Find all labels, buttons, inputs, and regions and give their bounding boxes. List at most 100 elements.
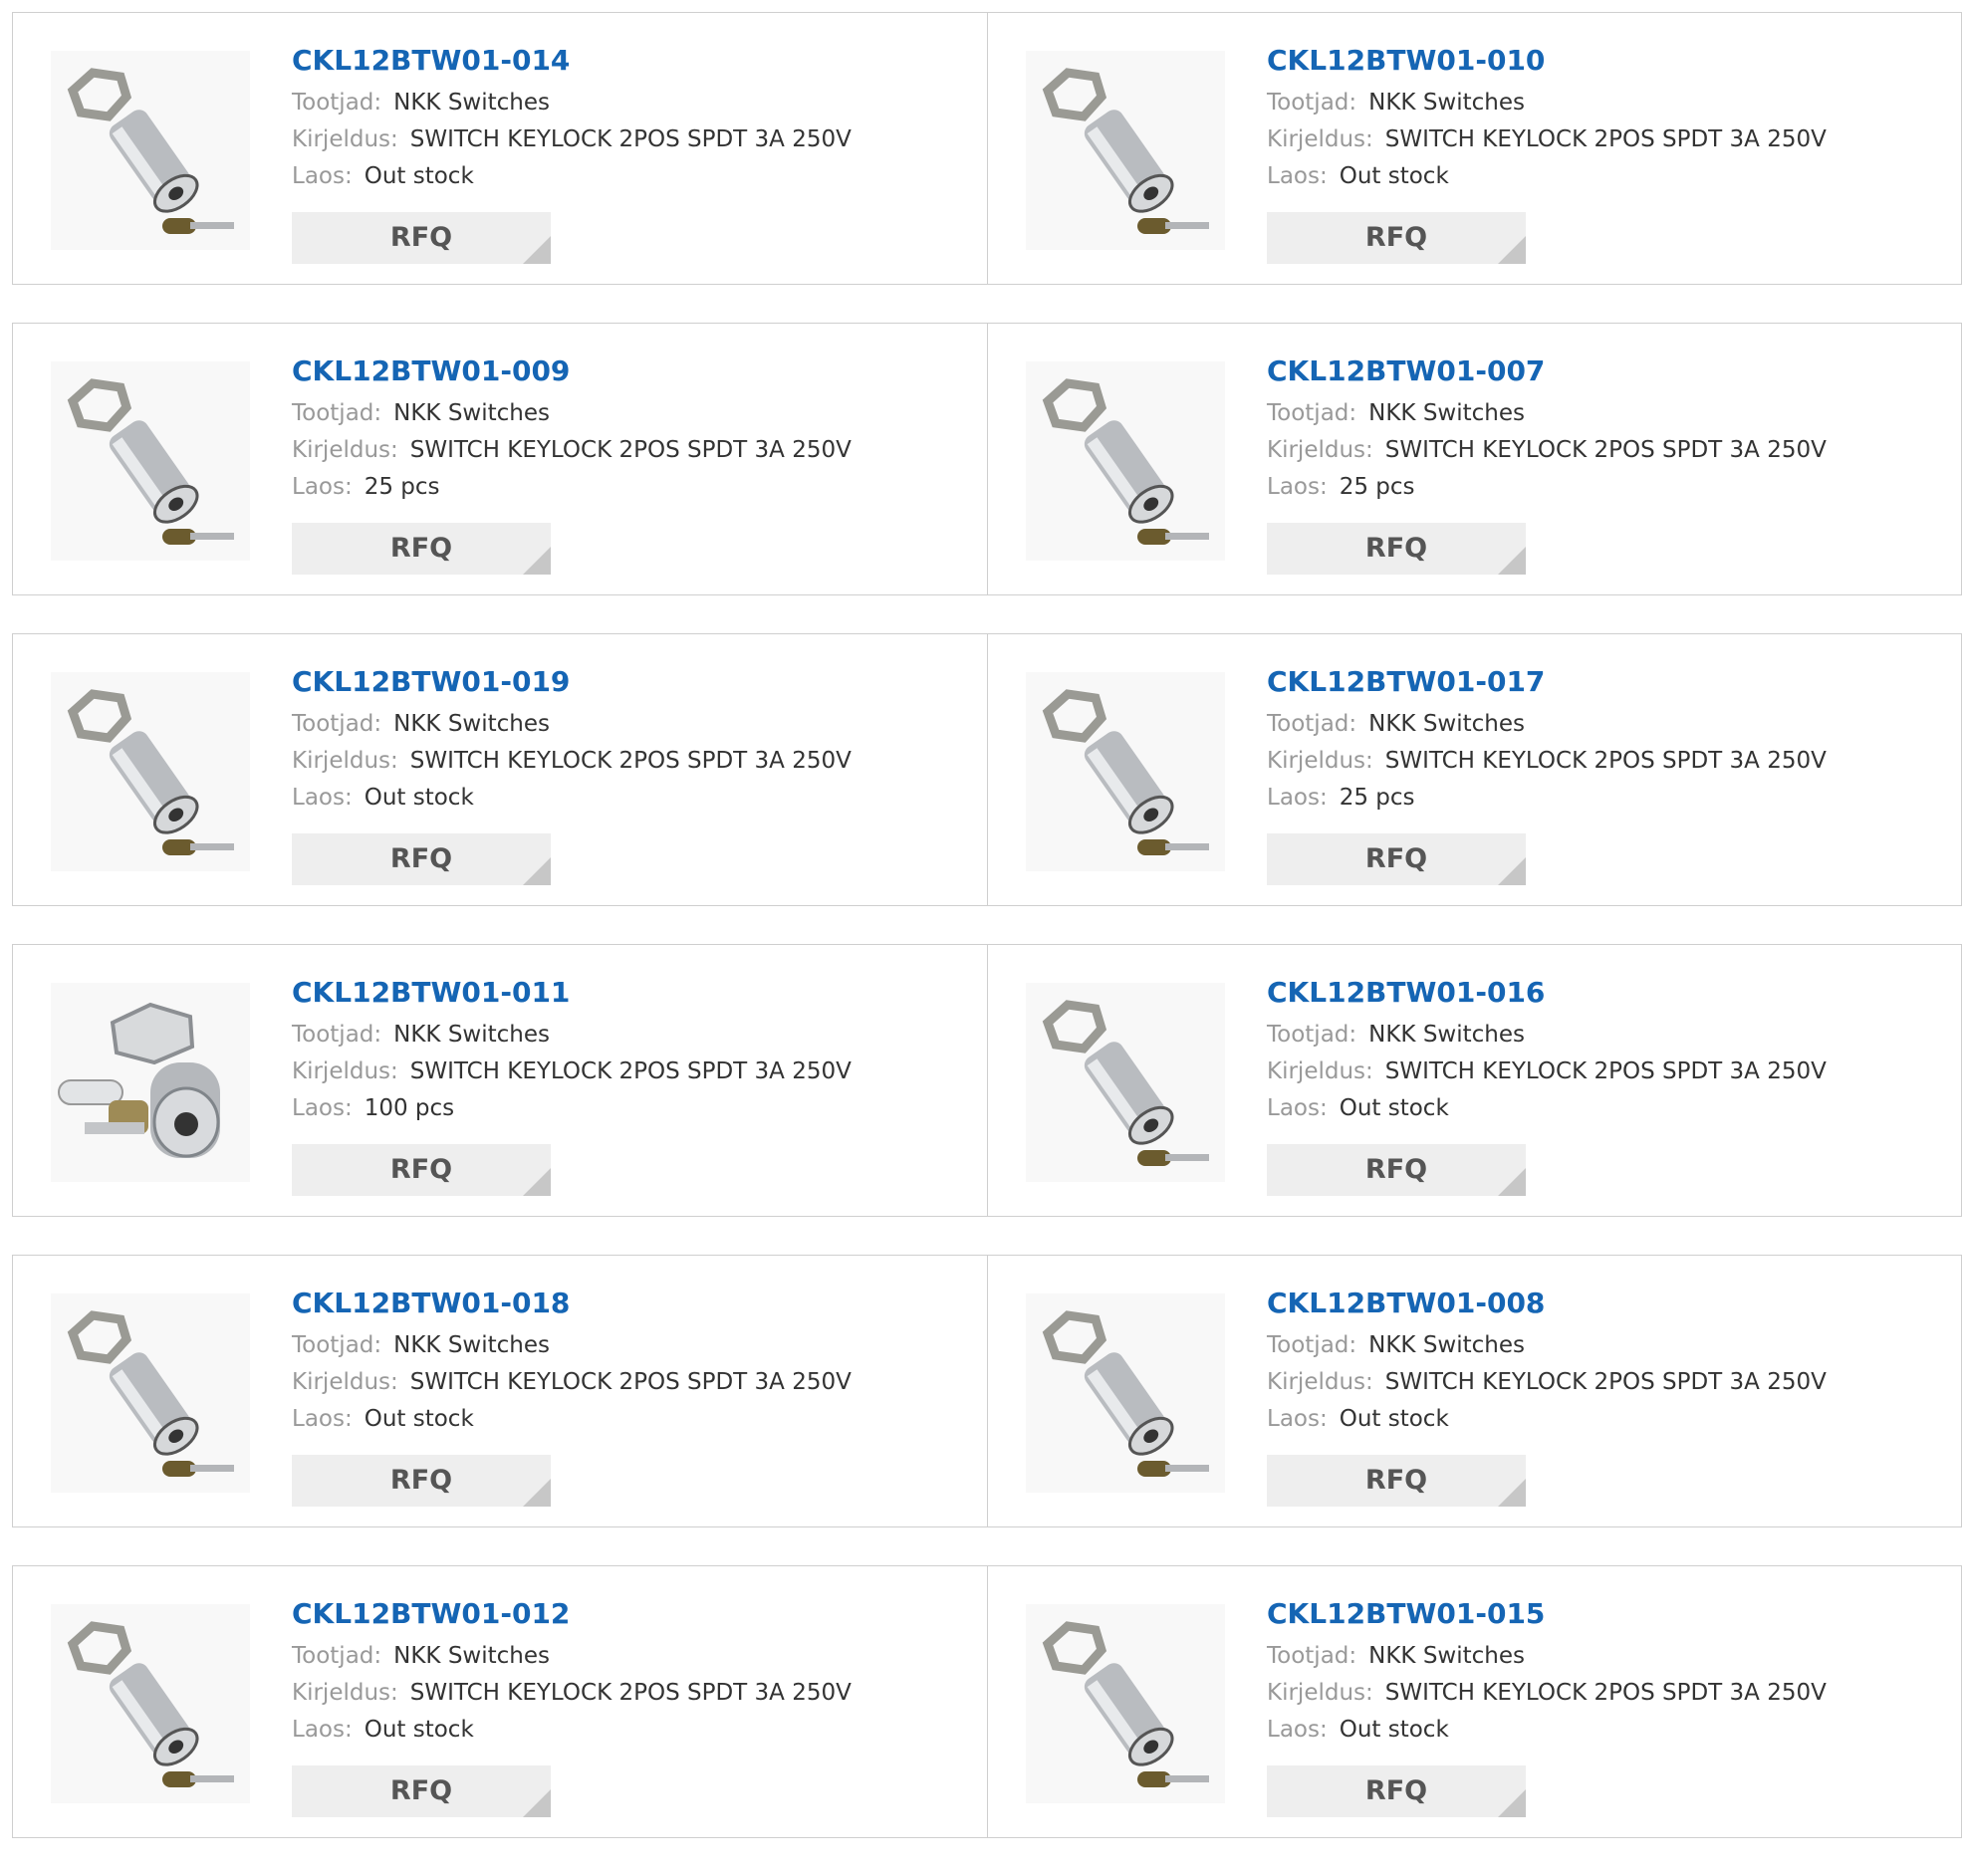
manufacturer-label: Tootjad:	[292, 711, 382, 737]
stock-label: Laos:	[292, 1406, 353, 1432]
rfq-button[interactable]: RFQ	[1267, 833, 1526, 885]
description-row: Kirjeldus: SWITCH KEYLOCK 2POS SPDT 3A 25…	[1267, 1675, 1951, 1712]
manufacturer-value: NKK Switches	[393, 1022, 550, 1048]
rfq-button[interactable]: RFQ	[1267, 523, 1526, 575]
stock-value: Out stock	[1339, 1717, 1449, 1743]
manufacturer-value: NKK Switches	[1368, 1332, 1525, 1358]
description-row: Kirjeldus: SWITCH KEYLOCK 2POS SPDT 3A 25…	[1267, 743, 1951, 780]
description-value: SWITCH KEYLOCK 2POS SPDT 3A 250V	[1384, 437, 1827, 463]
part-number-link[interactable]: CKL12BTW01-007	[1267, 352, 1951, 391]
part-number-link[interactable]: CKL12BTW01-009	[292, 352, 977, 391]
stock-row: Laos: Out stock	[292, 780, 977, 817]
rfq-button[interactable]: RFQ	[292, 833, 551, 885]
part-number-link[interactable]: CKL12BTW01-016	[1267, 973, 1951, 1013]
corner-triangle-icon	[523, 1789, 551, 1817]
product-image[interactable]	[1026, 51, 1225, 250]
corner-triangle-icon	[1498, 1789, 1526, 1817]
rfq-label: RFQ	[1364, 533, 1428, 564]
rfq-label: RFQ	[389, 1465, 453, 1496]
rfq-button[interactable]: RFQ	[292, 1765, 551, 1817]
stock-label: Laos:	[292, 785, 353, 811]
description-row: Kirjeldus: SWITCH KEYLOCK 2POS SPDT 3A 25…	[1267, 1364, 1951, 1401]
rfq-button[interactable]: RFQ	[1267, 1144, 1526, 1196]
product-image[interactable]	[51, 672, 250, 871]
rfq-button[interactable]: RFQ	[1267, 212, 1526, 264]
product-row: CKL12BTW01-014 Tootjad: NKK Switches Kirj…	[12, 12, 1962, 285]
manufacturer-row: Tootjad: NKK Switches	[1267, 1638, 1951, 1675]
description-row: Kirjeldus: SWITCH KEYLOCK 2POS SPDT 3A 25…	[292, 1054, 977, 1090]
manufacturer-label: Tootjad:	[292, 1022, 382, 1048]
stock-label: Laos:	[292, 1717, 353, 1743]
product-card: CKL12BTW01-010 Tootjad: NKK Switches Kirj…	[987, 13, 1961, 284]
stock-value: Out stock	[364, 163, 474, 189]
product-image[interactable]	[1026, 983, 1225, 1182]
product-image[interactable]	[1026, 672, 1225, 871]
product-row: CKL12BTW01-018 Tootjad: NKK Switches Kirj…	[12, 1255, 1962, 1527]
description-row: Kirjeldus: SWITCH KEYLOCK 2POS SPDT 3A 25…	[1267, 432, 1951, 469]
description-value: SWITCH KEYLOCK 2POS SPDT 3A 250V	[1384, 126, 1827, 152]
description-label: Kirjeldus:	[292, 1058, 398, 1084]
stock-label: Laos:	[1267, 1717, 1328, 1743]
manufacturer-row: Tootjad: NKK Switches	[1267, 395, 1951, 432]
description-value: SWITCH KEYLOCK 2POS SPDT 3A 250V	[409, 748, 852, 774]
part-number-link[interactable]: CKL12BTW01-019	[292, 662, 977, 702]
product-image[interactable]	[51, 51, 250, 250]
product-info: CKL12BTW01-009 Tootjad: NKK Switches Kirj…	[292, 352, 977, 506]
stock-row: Laos: Out stock	[292, 1401, 977, 1438]
stock-row: Laos: Out stock	[292, 1712, 977, 1749]
product-info: CKL12BTW01-008 Tootjad: NKK Switches Kirj…	[1267, 1284, 1951, 1438]
product-grid: CKL12BTW01-014 Tootjad: NKK Switches Kirj…	[12, 12, 1962, 1876]
rfq-button[interactable]: RFQ	[292, 523, 551, 575]
part-number-link[interactable]: CKL12BTW01-011	[292, 973, 977, 1013]
part-number-link[interactable]: CKL12BTW01-010	[1267, 41, 1951, 81]
manufacturer-label: Tootjad:	[1267, 1643, 1357, 1669]
description-value: SWITCH KEYLOCK 2POS SPDT 3A 250V	[1384, 1680, 1827, 1706]
corner-triangle-icon	[1498, 236, 1526, 264]
corner-triangle-icon	[523, 857, 551, 885]
part-number-link[interactable]: CKL12BTW01-008	[1267, 1284, 1951, 1323]
description-label: Kirjeldus:	[1267, 1369, 1373, 1395]
product-card: CKL12BTW01-019 Tootjad: NKK Switches Kirj…	[13, 634, 987, 905]
product-image[interactable]	[1026, 1604, 1225, 1803]
product-image[interactable]	[51, 1293, 250, 1493]
description-row: Kirjeldus: SWITCH KEYLOCK 2POS SPDT 3A 25…	[292, 1675, 977, 1712]
part-number-link[interactable]: CKL12BTW01-015	[1267, 1594, 1951, 1634]
part-number-link[interactable]: CKL12BTW01-014	[292, 41, 977, 81]
manufacturer-row: Tootjad: NKK Switches	[1267, 1327, 1951, 1364]
stock-value: 25 pcs	[364, 474, 440, 500]
product-image[interactable]	[1026, 1293, 1225, 1493]
corner-triangle-icon	[523, 236, 551, 264]
rfq-button[interactable]: RFQ	[1267, 1455, 1526, 1507]
manufacturer-label: Tootjad:	[292, 400, 382, 426]
description-row: Kirjeldus: SWITCH KEYLOCK 2POS SPDT 3A 25…	[292, 743, 977, 780]
description-value: SWITCH KEYLOCK 2POS SPDT 3A 250V	[1384, 748, 1827, 774]
description-label: Kirjeldus:	[292, 1369, 398, 1395]
corner-triangle-icon	[1498, 1168, 1526, 1196]
rfq-label: RFQ	[1364, 222, 1428, 253]
rfq-button[interactable]: RFQ	[292, 1144, 551, 1196]
corner-triangle-icon	[523, 1479, 551, 1507]
rfq-button[interactable]: RFQ	[1267, 1765, 1526, 1817]
rfq-button[interactable]: RFQ	[292, 212, 551, 264]
stock-label: Laos:	[1267, 163, 1328, 189]
part-number-link[interactable]: CKL12BTW01-018	[292, 1284, 977, 1323]
product-row: CKL12BTW01-012 Tootjad: NKK Switches Kirj…	[12, 1565, 1962, 1838]
manufacturer-value: NKK Switches	[1368, 90, 1525, 116]
manufacturer-row: Tootjad: NKK Switches	[292, 85, 977, 121]
part-number-link[interactable]: CKL12BTW01-012	[292, 1594, 977, 1634]
part-number-link[interactable]: CKL12BTW01-017	[1267, 662, 1951, 702]
rfq-button[interactable]: RFQ	[292, 1455, 551, 1507]
product-image[interactable]	[51, 1604, 250, 1803]
product-info: CKL12BTW01-011 Tootjad: NKK Switches Kirj…	[292, 973, 977, 1127]
manufacturer-row: Tootjad: NKK Switches	[1267, 1017, 1951, 1054]
stock-value: 25 pcs	[1339, 474, 1415, 500]
manufacturer-value: NKK Switches	[393, 1643, 550, 1669]
product-image[interactable]	[51, 983, 250, 1182]
manufacturer-row: Tootjad: NKK Switches	[292, 1638, 977, 1675]
description-row: Kirjeldus: SWITCH KEYLOCK 2POS SPDT 3A 25…	[292, 121, 977, 158]
product-image[interactable]	[51, 361, 250, 561]
product-image[interactable]	[1026, 361, 1225, 561]
product-info: CKL12BTW01-015 Tootjad: NKK Switches Kirj…	[1267, 1594, 1951, 1749]
manufacturer-row: Tootjad: NKK Switches	[1267, 85, 1951, 121]
stock-value: Out stock	[1339, 163, 1449, 189]
